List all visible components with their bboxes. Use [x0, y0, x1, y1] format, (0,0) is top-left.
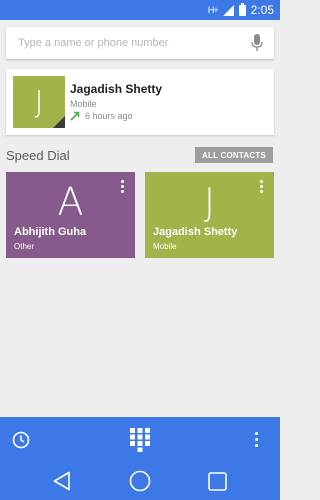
bottom-action-bar	[0, 417, 280, 463]
all-contacts-button[interactable]: ALL CONTACTS	[195, 147, 273, 163]
speed-dial-tile-jagadish[interactable]: J Jagadish Shetty Mobile	[145, 172, 274, 258]
tile-contact-name: Abhijith Guha	[14, 226, 87, 238]
battery-icon	[238, 2, 246, 16]
outgoing-call-icon	[70, 111, 80, 121]
recent-call-time: 6 hours ago	[85, 111, 133, 121]
recent-avatar-letter: J	[34, 84, 44, 120]
recent-call-time-row: 6 hours ago	[70, 111, 133, 121]
back-icon[interactable]	[53, 471, 71, 491]
navigation-bar	[0, 463, 280, 500]
tile-contact-type: Other	[14, 242, 35, 251]
overflow-menu-icon[interactable]	[255, 432, 259, 448]
dialpad-icon[interactable]	[130, 428, 150, 452]
search-input[interactable]	[18, 37, 238, 49]
signal-indicator: H+	[207, 5, 219, 15]
search-box[interactable]	[6, 27, 274, 59]
history-icon[interactable]	[12, 431, 30, 449]
clock: 2:05	[250, 3, 274, 17]
mic-icon[interactable]	[251, 34, 263, 52]
tile-avatar-letter: A	[57, 180, 84, 224]
home-icon[interactable]	[129, 470, 151, 492]
tile-menu-icon[interactable]	[121, 180, 125, 194]
status-bar: H+ 2:05	[0, 0, 280, 20]
recent-contact-type: Mobile	[70, 99, 97, 109]
recent-call-card[interactable]: J Jagadish Shetty Mobile 6 hours ago	[6, 69, 274, 135]
quick-contact-corner	[53, 116, 65, 128]
tile-avatar-letter: J	[203, 180, 216, 224]
tile-contact-name: Jagadish Shetty	[153, 226, 238, 238]
tile-contact-type: Mobile	[153, 242, 177, 251]
recent-apps-icon[interactable]	[208, 472, 227, 491]
speed-dial-title: Speed Dial	[6, 148, 70, 163]
speed-dial-tile-abhijith[interactable]: A Abhijith Guha Other	[6, 172, 135, 258]
signal-icon	[222, 4, 234, 16]
tile-menu-icon[interactable]	[260, 180, 264, 194]
recent-avatar[interactable]: J	[13, 76, 65, 128]
recent-contact-name: Jagadish Shetty	[70, 82, 163, 96]
